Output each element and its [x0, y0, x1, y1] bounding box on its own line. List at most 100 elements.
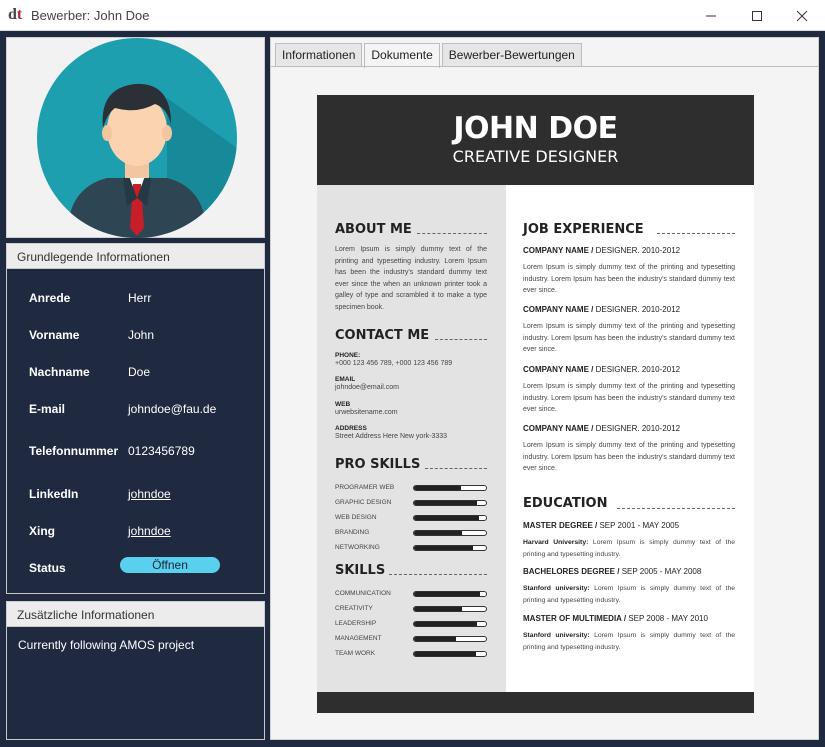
job-description: Lorem Ipsum is simply dummy text of the … — [523, 442, 735, 472]
tab-bar: Informationen Dokumente Bewerber-Bewertu… — [275, 43, 584, 68]
pro-skill-name: GRAPHIC DESIGN — [335, 499, 392, 506]
contact-web-value: urwebsitename.com — [335, 409, 398, 416]
skills-heading: SKILLS — [335, 563, 386, 578]
resume-header: JOHN DOE CREATIVE DESIGNER — [317, 95, 754, 185]
skill-fill — [414, 652, 476, 656]
pro-skill-bar — [413, 485, 487, 491]
skill-fill — [414, 622, 478, 626]
minimize-icon — [706, 15, 716, 16]
close-button[interactable] — [779, 0, 825, 31]
documents-area: Informationen Dokumente Bewerber-Bewertu… — [270, 37, 819, 740]
contact-email-label: EMAIL — [335, 376, 356, 383]
pro-skill-bar — [413, 545, 487, 551]
education-description: Harvard University: Lorem Ipsum is simpl… — [523, 539, 736, 558]
firstname-label: Vorname — [29, 328, 80, 342]
avatar — [37, 38, 237, 238]
pro-skill-name: PROGRAMER WEB — [335, 484, 395, 491]
resume-document: JOHN DOE CREATIVE DESIGNER ABOUT ME Lore… — [317, 95, 754, 713]
status-button[interactable]: Öffnen — [120, 557, 220, 573]
pro-skill-bar — [413, 515, 487, 521]
skill-bar — [413, 591, 487, 597]
pro-skill-fill — [414, 486, 461, 490]
pro-skill-name: NETWORKING — [335, 544, 380, 551]
tab-dokumente[interactable]: Dokumente — [364, 43, 440, 68]
skill-name: COMMUNICATION — [335, 590, 391, 597]
job-heading: JOB EXPERIENCE — [523, 222, 644, 237]
extra-info-panel: Currently following AMOS project — [6, 626, 265, 740]
xing-link[interactable]: johndoe — [128, 524, 171, 538]
tab-divider — [271, 66, 818, 67]
applicant-sidebar: Grundlegende Informationen Anrede Herr V… — [6, 37, 265, 740]
pro-skill-fill — [414, 546, 474, 550]
pro-skill-name: BRANDING — [335, 529, 370, 536]
firstname-value: John — [128, 328, 155, 342]
education-title: MASTER DEGREE / SEP 2001 - MAY 2005 — [523, 521, 680, 530]
pro-skills-heading: PRO SKILLS — [335, 457, 421, 472]
extra-info-text: Currently following AMOS project — [18, 638, 195, 652]
extra-info-header: Zusätzliche Informationen — [6, 601, 265, 626]
skill-fill — [414, 592, 481, 596]
pro-skill-fill — [414, 516, 479, 520]
avatar-box — [6, 37, 265, 238]
minimize-button[interactable] — [688, 0, 734, 31]
education-divider — [617, 508, 735, 509]
skills-divider — [389, 574, 487, 575]
pro-skills-divider — [425, 468, 487, 469]
about-divider — [417, 233, 487, 234]
job-divider — [657, 233, 735, 234]
app-logo-icon: dt — [8, 6, 23, 23]
email-label: E-mail — [29, 402, 66, 416]
basic-info-panel: Anrede Herr Vorname John Nachname Doe E-… — [6, 268, 265, 594]
maximize-button[interactable] — [734, 0, 780, 31]
status-label: Status — [29, 561, 66, 575]
education-description: Stanford university: Lorem Ipsum is simp… — [523, 585, 736, 604]
education-title: BACHELORES DEGREE / SEP 2005 - MAY 2008 — [523, 567, 702, 576]
salutation-value: Herr — [128, 291, 152, 305]
salutation-label: Anrede — [29, 291, 71, 305]
tab-informationen[interactable]: Informationen — [275, 43, 363, 67]
skill-bar — [413, 606, 487, 612]
about-heading: ABOUT ME — [335, 222, 412, 237]
contact-web-label: WEB — [335, 401, 351, 408]
lastname-label: Nachname — [29, 365, 90, 379]
education-heading: EDUCATION — [523, 496, 608, 511]
maximize-icon — [752, 10, 762, 21]
contact-address-value: Street Address Here New york-3333 — [335, 433, 448, 440]
pro-skill-name: WEB DESIGN — [335, 514, 377, 521]
skill-name: MANAGEMENT — [335, 635, 382, 642]
lastname-value: Doe — [128, 365, 151, 379]
education-title: MASTER OF MULTIMEDIA / SEP 2008 - MAY 20… — [523, 614, 708, 623]
pro-skill-fill — [414, 531, 463, 535]
contact-phone-label: PHONE: — [335, 352, 361, 359]
email-value: johndoe@fau.de — [128, 402, 217, 416]
xing-label: Xing — [29, 524, 55, 538]
contact-phone-value: +000 123 456 789, +000 123 456 789 — [335, 360, 453, 367]
skill-fill — [414, 637, 457, 641]
pro-skill-bar — [413, 500, 487, 506]
skill-name: LEADERSHIP — [335, 620, 377, 627]
contact-heading: CONTACT ME — [335, 328, 430, 343]
job-description: Lorem Ipsum is simply dummy text of the … — [523, 383, 735, 413]
skill-name: TEAM WORK — [335, 650, 376, 657]
pro-skill-fill — [414, 501, 478, 505]
job-description: Lorem Ipsum is simply dummy text of the … — [523, 264, 735, 294]
tab-bewertungen[interactable]: Bewerber-Bewertungen — [441, 43, 582, 67]
contact-email-value: johndoe@email.com — [335, 384, 399, 391]
job-title: COMPANY NAME / DESIGNER. 2010-2012 — [523, 305, 681, 314]
phone-value: 0123456789 — [128, 444, 195, 458]
title-bar: dt Bewerber: John Doe — [0, 0, 825, 31]
linkedin-link[interactable]: johndoe — [128, 487, 171, 501]
resume-name: JOHN DOE — [453, 111, 618, 146]
job-title: COMPANY NAME / DESIGNER. 2010-2012 — [523, 424, 681, 433]
job-title: COMPANY NAME / DESIGNER. 2010-2012 — [523, 365, 681, 374]
skill-bar — [413, 621, 487, 627]
resume-footer — [317, 692, 754, 713]
about-text: Lorem Ipsum is simply dummy text of the … — [335, 246, 487, 311]
skill-name: CREATIVITY — [335, 605, 373, 612]
contact-divider — [435, 339, 487, 340]
job-description: Lorem Ipsum is simply dummy text of the … — [523, 323, 735, 353]
education-description: Stanford university: Lorem Ipsum is simp… — [523, 632, 736, 651]
skill-bar — [413, 651, 487, 657]
pro-skill-bar — [413, 530, 487, 536]
resume-role: CREATIVE DESIGNER — [452, 147, 619, 166]
